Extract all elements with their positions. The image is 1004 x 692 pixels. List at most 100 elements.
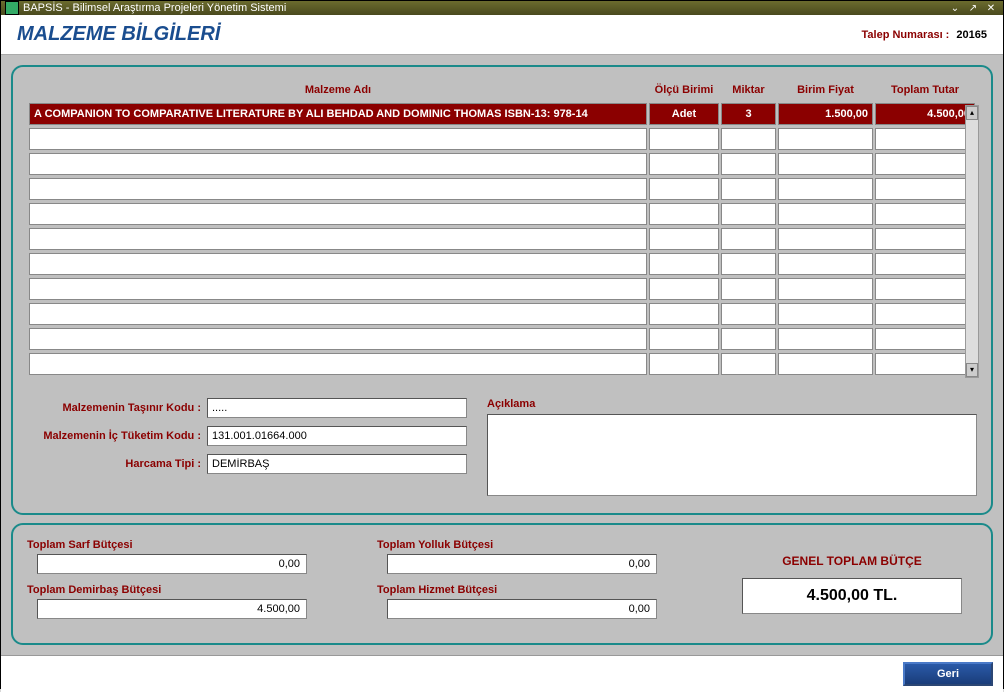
table-row[interactable] (29, 153, 975, 175)
close-icon[interactable]: ✕ (983, 1, 999, 15)
cell-unit_price[interactable] (778, 328, 873, 350)
scroll-down-icon[interactable]: ▾ (966, 363, 978, 377)
cell-name[interactable] (29, 353, 647, 375)
cell-unit[interactable] (649, 203, 719, 225)
scroll-up-icon[interactable]: ▴ (966, 106, 978, 120)
cell-unit[interactable] (649, 353, 719, 375)
cell-total[interactable]: 4.500,00 (875, 103, 975, 125)
cell-unit[interactable] (649, 253, 719, 275)
back-button[interactable]: Geri (903, 662, 993, 686)
col-header-unit-price: Birim Fiyat (778, 80, 873, 100)
cell-total[interactable] (875, 153, 975, 175)
cell-total[interactable] (875, 178, 975, 200)
cell-unit[interactable] (649, 303, 719, 325)
footer-bar: Geri (1, 655, 1003, 692)
table-row[interactable] (29, 353, 975, 375)
table-row[interactable] (29, 253, 975, 275)
cell-unit[interactable] (649, 278, 719, 300)
table-row[interactable] (29, 303, 975, 325)
titlebar: BAPSİS - Bilimsel Araştırma Projeleri Yö… (1, 1, 1003, 15)
cell-total[interactable] (875, 128, 975, 150)
cell-qty[interactable] (721, 228, 776, 250)
minimize-icon[interactable]: ⌄ (947, 1, 963, 15)
cell-total[interactable] (875, 228, 975, 250)
cell-unit_price[interactable] (778, 228, 873, 250)
table-row[interactable] (29, 328, 975, 350)
harcama-input[interactable] (207, 454, 467, 474)
window-title: BAPSİS - Bilimsel Araştırma Projeleri Yö… (23, 2, 286, 14)
table-row[interactable]: A COMPANION TO COMPARATIVE LITERATURE BY… (29, 103, 975, 125)
cell-qty[interactable] (721, 178, 776, 200)
cell-name[interactable] (29, 228, 647, 250)
cell-qty[interactable] (721, 253, 776, 275)
maximize-icon[interactable]: ↗ (965, 1, 981, 15)
budget-panel: Toplam Sarf Bütçesi Toplam Demirbaş Bütç… (11, 523, 993, 645)
hizmet-label: Toplam Hizmet Bütçesi (377, 584, 697, 596)
cell-name[interactable] (29, 178, 647, 200)
cell-total[interactable] (875, 328, 975, 350)
yolluk-input[interactable] (387, 554, 657, 574)
table-scrollbar[interactable]: ▴ ▾ (965, 105, 979, 378)
request-number: Talep Numarası : 20165 (862, 29, 987, 41)
cell-qty[interactable] (721, 353, 776, 375)
table-row[interactable] (29, 178, 975, 200)
demirbas-input[interactable] (37, 599, 307, 619)
cell-unit_price[interactable]: 1.500,00 (778, 103, 873, 125)
cell-qty[interactable] (721, 303, 776, 325)
cell-unit[interactable] (649, 228, 719, 250)
cell-total[interactable] (875, 278, 975, 300)
table-row[interactable] (29, 203, 975, 225)
cell-name[interactable] (29, 253, 647, 275)
cell-total[interactable] (875, 253, 975, 275)
cell-unit_price[interactable] (778, 278, 873, 300)
cell-unit[interactable] (649, 153, 719, 175)
sarf-input[interactable] (37, 554, 307, 574)
cell-total[interactable] (875, 203, 975, 225)
cell-unit[interactable] (649, 178, 719, 200)
cell-qty[interactable] (721, 278, 776, 300)
cell-unit[interactable] (649, 328, 719, 350)
cell-name[interactable] (29, 278, 647, 300)
cell-total[interactable] (875, 303, 975, 325)
cell-qty[interactable] (721, 153, 776, 175)
cell-total[interactable] (875, 353, 975, 375)
tasinir-input[interactable] (207, 398, 467, 418)
app-icon (5, 1, 19, 15)
cell-unit_price[interactable] (778, 153, 873, 175)
cell-unit_price[interactable] (778, 178, 873, 200)
cell-name[interactable] (29, 328, 647, 350)
grand-total-label: GENEL TOPLAM BÜTÇE (782, 554, 922, 568)
table-row[interactable] (29, 228, 975, 250)
cell-qty[interactable]: 3 (721, 103, 776, 125)
cell-qty[interactable] (721, 203, 776, 225)
hizmet-input[interactable] (387, 599, 657, 619)
cell-unit_price[interactable] (778, 303, 873, 325)
tuketim-input[interactable] (207, 426, 467, 446)
content-area: Malzeme Adı Ölçü Birimi Miktar Birim Fiy… (1, 55, 1003, 655)
cell-qty[interactable] (721, 328, 776, 350)
cell-qty[interactable] (721, 128, 776, 150)
cell-name[interactable] (29, 128, 647, 150)
grand-total-value: 4.500,00 TL. (742, 578, 962, 614)
cell-name[interactable] (29, 303, 647, 325)
cell-unit_price[interactable] (778, 128, 873, 150)
desc-label: Açıklama (487, 398, 977, 410)
col-header-unit: Ölçü Birimi (649, 80, 719, 100)
materials-panel: Malzeme Adı Ölçü Birimi Miktar Birim Fiy… (11, 65, 993, 515)
tasinir-label: Malzemenin Taşınır Kodu : (27, 402, 207, 414)
desc-textarea[interactable] (487, 414, 977, 496)
tuketim-label: Malzemenin İç Tüketim Kodu : (27, 430, 207, 442)
table-row[interactable] (29, 278, 975, 300)
header-bar: MALZEME BİLGİLERİ Talep Numarası : 20165 (1, 15, 1003, 55)
cell-unit[interactable] (649, 128, 719, 150)
cell-name[interactable]: A COMPANION TO COMPARATIVE LITERATURE BY… (29, 103, 647, 125)
cell-unit[interactable]: Adet (649, 103, 719, 125)
cell-name[interactable] (29, 203, 647, 225)
cell-unit_price[interactable] (778, 203, 873, 225)
cell-unit_price[interactable] (778, 253, 873, 275)
cell-unit_price[interactable] (778, 353, 873, 375)
page-title: MALZEME BİLGİLERİ (17, 23, 220, 46)
table-row[interactable] (29, 128, 975, 150)
col-header-qty: Miktar (721, 80, 776, 100)
cell-name[interactable] (29, 153, 647, 175)
